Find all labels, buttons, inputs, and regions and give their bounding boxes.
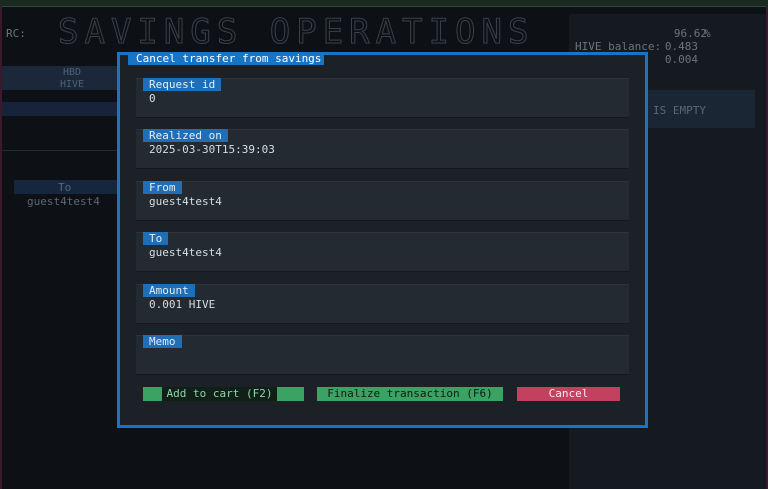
to-field: To guest4test4 [136, 232, 629, 272]
dialog-title: Cancel transfer from savings [136, 52, 322, 65]
cancel-button[interactable]: Cancel [517, 387, 620, 401]
currency-tab-hbd: HBD [62, 67, 82, 78]
request-id-value: 0 [149, 92, 156, 105]
add-to-cart-label: Add to cart (F2) [162, 387, 277, 401]
list-header-to: To [58, 181, 72, 194]
left-strip [2, 102, 120, 116]
memo-field: Memo [136, 335, 629, 375]
request-id-field: Request id 0 [136, 78, 629, 118]
realized-on-field: Realized on 2025-03-30T15:39:03 [136, 129, 629, 169]
currency-tab-hive: HIVE [59, 79, 85, 90]
rc-label: RC: [6, 27, 26, 40]
to-value: guest4test4 [149, 246, 222, 259]
from-field: From guest4test4 [136, 181, 629, 221]
realized-on-value: 2025-03-30T15:39:03 [149, 143, 275, 156]
hive-balance-value: 0.483 [664, 40, 698, 53]
request-id-label: Request id [143, 78, 222, 91]
rc-unit: % [704, 27, 711, 40]
memo-label: Memo [143, 335, 182, 348]
list-item-to: guest4test4 [27, 195, 100, 208]
finalize-transaction-button[interactable]: Finalize transaction (F6) [317, 387, 503, 401]
amount-field: Amount 0.001 HIVE [136, 284, 629, 324]
top-border [0, 0, 768, 7]
add-to-cart-button[interactable]: Add to cart (F2) [143, 387, 304, 401]
realized-on-label: Realized on [143, 129, 228, 142]
rc-value: 96.62 [673, 27, 707, 40]
empty-cart-text: IS EMPTY [653, 104, 706, 117]
amount-value: 0.001 HIVE [149, 298, 216, 311]
secondary-balance-value: 0.004 [664, 53, 698, 66]
amount-label: Amount [143, 284, 195, 297]
left-separator [2, 150, 120, 151]
to-label: To [143, 232, 169, 245]
from-label: From [143, 181, 182, 194]
from-value: guest4test4 [149, 195, 222, 208]
